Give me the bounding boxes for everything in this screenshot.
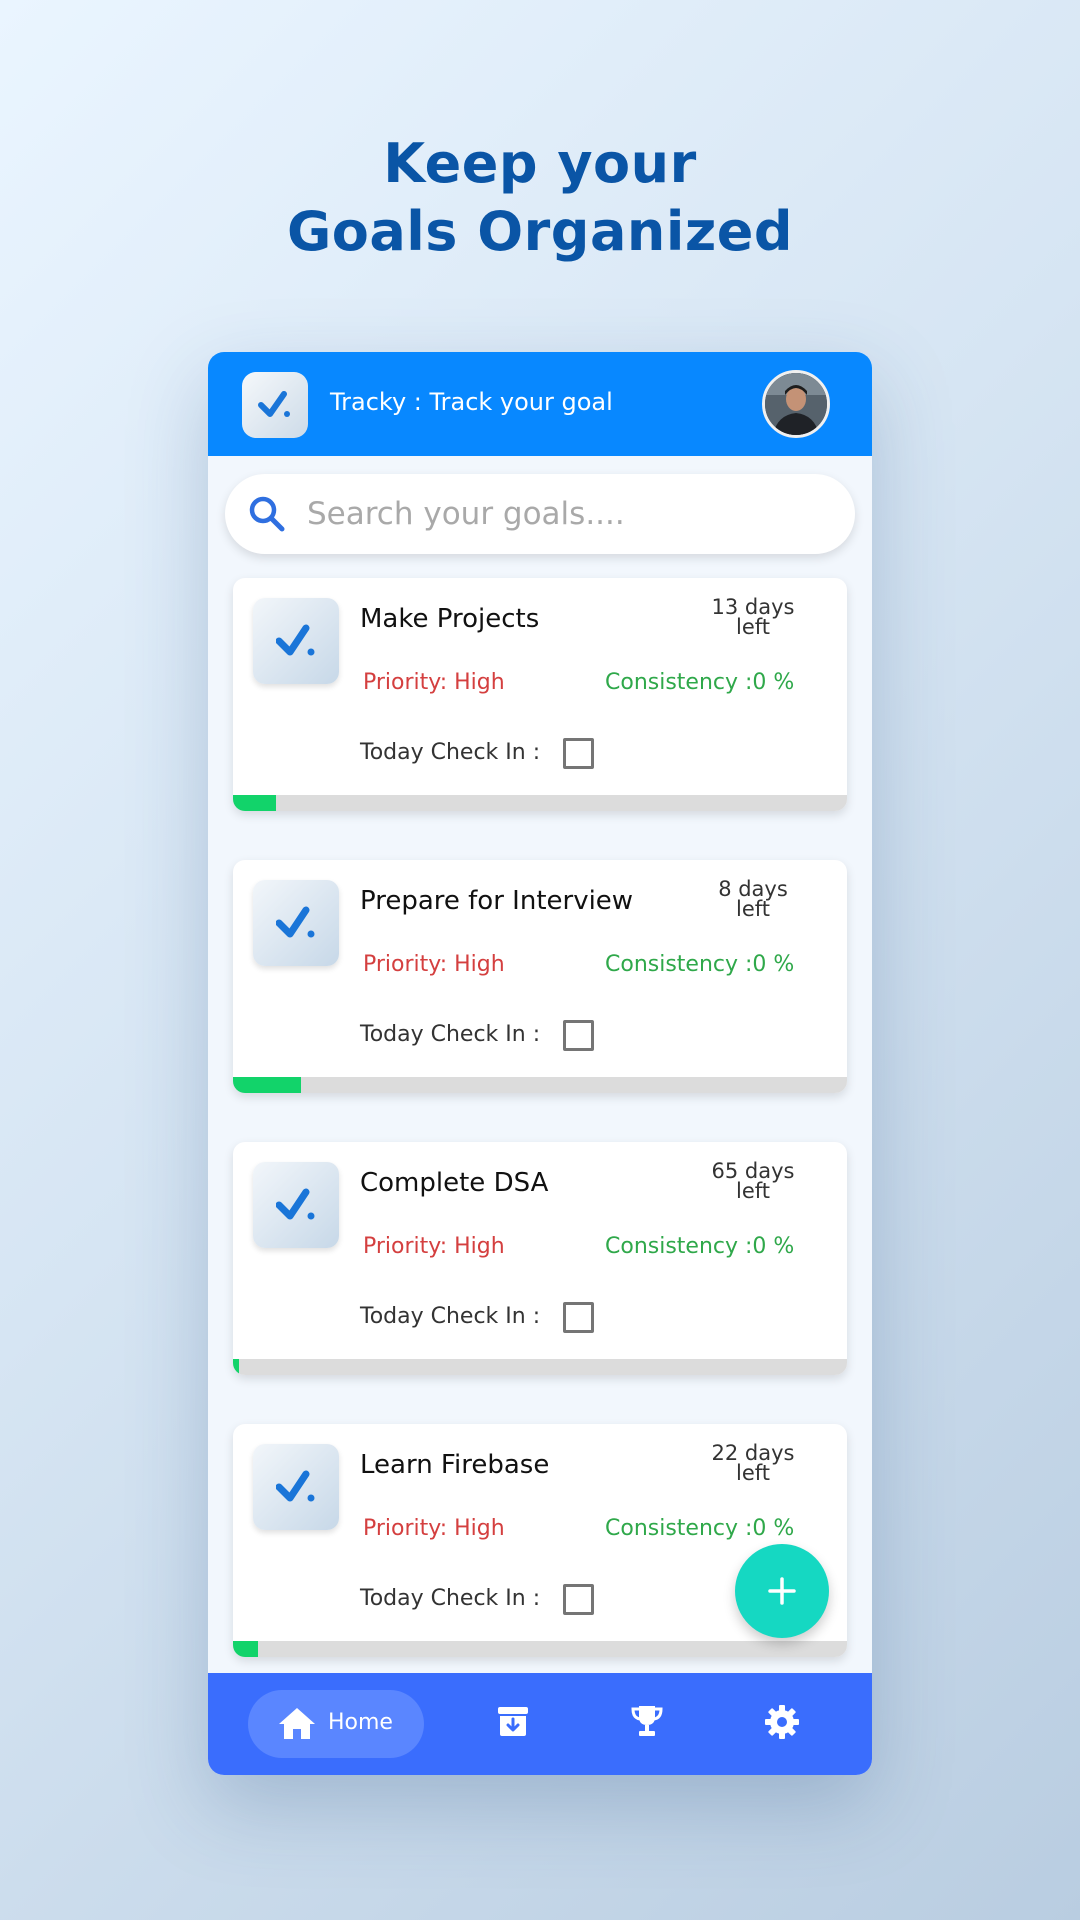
avatar-photo — [765, 373, 827, 435]
settings-icon[interactable] — [764, 1704, 800, 1740]
progress-fill — [233, 795, 276, 811]
add-goal-button[interactable] — [735, 1544, 829, 1638]
progress-fill — [233, 1077, 301, 1093]
avatar[interactable] — [762, 370, 830, 438]
progress-fill — [233, 1359, 240, 1375]
consistency-label: Consistency :0 % — [605, 1234, 795, 1259]
progress-bar — [233, 795, 847, 811]
archive-icon[interactable] — [496, 1704, 530, 1738]
checkin-checkbox[interactable] — [563, 1302, 594, 1333]
priority-label: Priority: High — [363, 1234, 505, 1259]
checkin-checkbox[interactable] — [563, 1020, 594, 1051]
checkin-checkbox[interactable] — [563, 1584, 594, 1615]
priority-label: Priority: High — [363, 1516, 505, 1541]
days-left: 22 days left — [703, 1441, 803, 1485]
checkin-label: Today Check In : — [360, 1022, 541, 1047]
goal-icon — [253, 1444, 339, 1530]
search-bar[interactable]: Search your goals.... — [225, 474, 855, 554]
days-left: 13 days left — [703, 595, 803, 639]
bottom-nav: Home — [208, 1673, 872, 1775]
check-icon — [276, 1470, 315, 1502]
headline-line-2: Goals Organized — [286, 200, 794, 263]
consistency-label: Consistency :0 % — [605, 670, 795, 695]
priority-label: Priority: High — [363, 670, 505, 695]
consistency-label: Consistency :0 % — [605, 952, 795, 977]
page-headline: Keep your Goals Organized — [0, 130, 1080, 266]
check-icon — [276, 906, 315, 938]
days-count: 8 days — [718, 877, 788, 901]
checkin-label: Today Check In : — [360, 740, 541, 765]
consistency-label: Consistency :0 % — [605, 1516, 795, 1541]
progress-bar — [233, 1641, 847, 1657]
priority-label: Priority: High — [363, 952, 505, 977]
search-icon — [249, 496, 285, 532]
days-left: 8 days left — [703, 877, 803, 921]
progress-bar — [233, 1359, 847, 1375]
checkin-checkbox[interactable] — [563, 738, 594, 769]
headline-line-1: Keep your — [383, 132, 697, 195]
goal-icon — [253, 880, 339, 966]
days-count: 13 days — [711, 595, 795, 619]
nav-home-label: Home — [328, 1710, 393, 1735]
days-count: 22 days — [711, 1441, 795, 1465]
days-count: 65 days — [711, 1159, 795, 1183]
check-icon — [276, 1188, 315, 1220]
days-left-label: left — [735, 615, 770, 639]
days-left: 65 days left — [703, 1159, 803, 1203]
phone-screen: Tracky : Track your goal Search your goa… — [208, 352, 872, 1775]
goal-title: Complete DSA — [360, 1168, 549, 1198]
check-icon — [258, 391, 290, 417]
check-icon — [276, 624, 315, 656]
goal-icon — [253, 1162, 339, 1248]
goal-icon — [253, 598, 339, 684]
app-title: Tracky : Track your goal — [330, 388, 613, 416]
trophy-icon[interactable] — [630, 1704, 664, 1738]
days-left-label: left — [735, 1179, 770, 1203]
goal-title: Make Projects — [360, 604, 540, 634]
goal-card[interactable]: Complete DSA 65 days left Priority: High… — [233, 1142, 847, 1375]
nav-home[interactable]: Home — [248, 1690, 424, 1758]
app-logo — [242, 372, 308, 438]
days-left-label: left — [735, 1461, 770, 1485]
checkin-label: Today Check In : — [360, 1304, 541, 1329]
app-bar: Tracky : Track your goal — [208, 352, 872, 456]
checkin-label: Today Check In : — [360, 1586, 541, 1611]
progress-fill — [233, 1641, 258, 1657]
days-left-label: left — [735, 897, 770, 921]
goal-title: Learn Firebase — [360, 1450, 550, 1480]
goal-card[interactable]: Make Projects 13 days left Priority: Hig… — [233, 578, 847, 811]
home-icon — [279, 1708, 315, 1739]
plus-icon — [768, 1577, 796, 1605]
goal-title: Prepare for Interview — [360, 886, 634, 916]
progress-bar — [233, 1077, 847, 1093]
search-input[interactable]: Search your goals.... — [307, 496, 625, 532]
goal-card[interactable]: Prepare for Interview 8 days left Priori… — [233, 860, 847, 1093]
